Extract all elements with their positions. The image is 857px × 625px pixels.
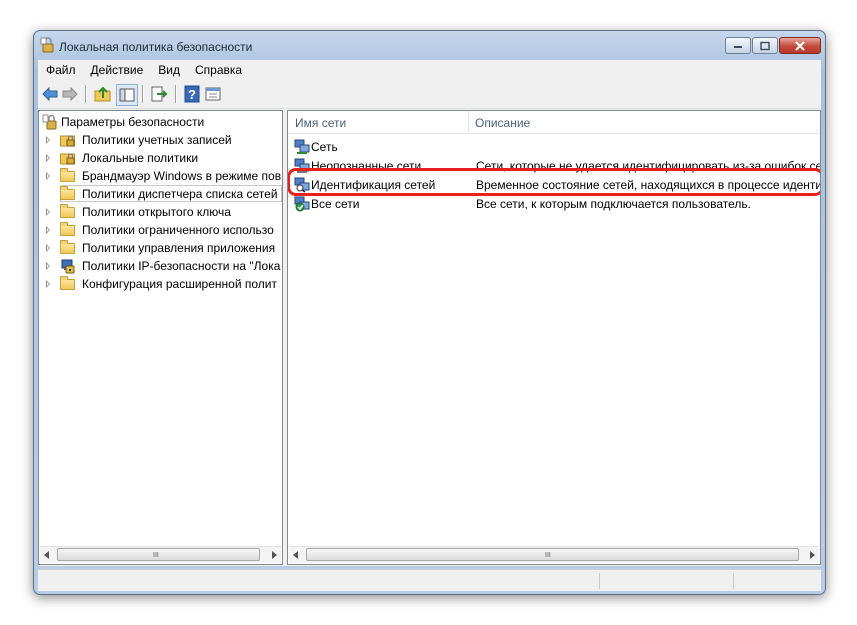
minimize-button[interactable]: [725, 37, 751, 54]
tree-horizontal-scrollbar[interactable]: III: [40, 546, 281, 563]
tree-item-label: Политики IP-безопасности на "Лока: [82, 259, 281, 273]
folder-icon: [60, 168, 76, 184]
scroll-thumb[interactable]: III: [57, 548, 260, 561]
ip-security-icon: [61, 259, 75, 274]
all-networks-icon: [294, 196, 310, 212]
expand-arrow-icon[interactable]: [46, 226, 50, 234]
menu-bar: Файл Действие Вид Справка: [38, 60, 821, 80]
tree-item-advanced-audit[interactable]: Конфигурация расширенной полит: [39, 275, 282, 293]
tree-item-label: Брандмауэр Windows в режиме пов: [82, 169, 282, 183]
menu-file[interactable]: Файл: [38, 60, 83, 79]
scroll-right-arrow-icon[interactable]: [272, 551, 277, 559]
security-settings-icon: [42, 114, 57, 130]
svg-text:?: ?: [188, 87, 196, 102]
status-divider: [599, 573, 601, 589]
menu-action[interactable]: Действие: [83, 60, 151, 79]
toolbar-separator: [142, 85, 144, 103]
red-highlight-annotation: [288, 168, 820, 196]
scroll-grip: III: [545, 552, 551, 559]
security-policy-icon: [40, 37, 54, 53]
status-divider: [733, 573, 735, 589]
tree-item-network-list-policies[interactable]: Политики диспетчера списка сетей: [39, 185, 282, 203]
expand-arrow-icon[interactable]: [46, 244, 50, 252]
tree-root-label: Параметры безопасности: [61, 115, 205, 129]
list-item-network[interactable]: Сеть: [288, 137, 820, 156]
locked-folder-icon: [60, 153, 75, 165]
status-bar: [38, 569, 821, 591]
expand-arrow-icon[interactable]: [46, 280, 50, 288]
list-horizontal-scrollbar[interactable]: III: [289, 546, 819, 563]
close-icon: [795, 40, 805, 51]
scroll-thumb[interactable]: III: [306, 548, 799, 561]
minimize-icon: [734, 45, 742, 48]
app-window: Локальная политика безопасности Файл Дейс…: [33, 30, 826, 595]
scroll-left-arrow-icon[interactable]: [293, 551, 298, 559]
column-header-name[interactable]: Имя сети: [295, 116, 346, 130]
expand-arrow-icon[interactable]: [46, 136, 50, 144]
tree-item-account-policies[interactable]: Политики учетных записей: [39, 131, 282, 149]
details-pane: Имя сети Описание Сеть Неопознанные сети…: [287, 110, 821, 565]
list-header: Имя сети Описание: [288, 111, 820, 134]
folder-icon: [60, 276, 76, 292]
menu-help[interactable]: Справка: [187, 60, 249, 79]
main-area: Параметры безопасности Политики учетных …: [38, 109, 821, 566]
list-item-description: Все сети, к которым подключается пользов…: [476, 197, 751, 211]
up-folder-icon[interactable]: [94, 85, 112, 103]
network-icon: [294, 139, 310, 154]
export-list-icon[interactable]: [150, 85, 168, 103]
tree-item-label: Политики учетных записей: [82, 133, 232, 147]
column-header-description[interactable]: Описание: [475, 116, 530, 130]
toolbar: ?: [38, 80, 821, 109]
list-item-name: Сеть: [311, 140, 338, 154]
tree-item-label: Политики открытого ключа: [82, 205, 231, 219]
tree-item-ip-security[interactable]: Политики IP-безопасности на "Лока: [39, 257, 282, 275]
maximize-icon: [760, 41, 770, 50]
close-button[interactable]: [779, 37, 821, 54]
forward-icon[interactable]: [61, 85, 79, 103]
scroll-right-arrow-icon[interactable]: [810, 551, 815, 559]
menu-view[interactable]: Вид: [150, 60, 187, 79]
maximize-button[interactable]: [752, 37, 778, 54]
column-divider[interactable]: [468, 111, 469, 133]
properties-icon[interactable]: [204, 85, 222, 103]
scroll-grip: III: [153, 552, 159, 559]
tree-item-public-key-policies[interactable]: Политики открытого ключа: [39, 203, 282, 221]
folder-icon: [60, 240, 76, 256]
expand-arrow-icon[interactable]: [46, 208, 50, 216]
toolbar-separator: [85, 85, 87, 103]
tree-pane: Параметры безопасности Политики учетных …: [38, 110, 283, 565]
tree-item-software-restriction[interactable]: Политики ограниченного использо: [39, 221, 282, 239]
toolbar-separator: [175, 85, 177, 103]
tree-item-label: Политики управления приложения: [82, 241, 276, 255]
tree-item-label: Политики ограниченного использо: [82, 223, 274, 237]
list-item-all-networks[interactable]: Все сети Все сети, к которым подключаетс…: [288, 194, 820, 213]
expand-arrow-icon[interactable]: [46, 172, 50, 180]
expand-arrow-icon[interactable]: [46, 262, 50, 270]
window-title: Локальная политика безопасности: [59, 40, 253, 54]
locked-folder-icon: [60, 135, 75, 147]
tree-item-local-policies[interactable]: Локальные политики: [39, 149, 282, 167]
expand-arrow-icon[interactable]: [46, 154, 50, 162]
tree-item-label: Политики диспетчера списка сетей: [82, 187, 278, 201]
tree-item-firewall[interactable]: Брандмауэр Windows в режиме пов: [39, 167, 282, 185]
title-bar: Локальная политика безопасности: [34, 31, 825, 59]
folder-icon: [60, 222, 76, 238]
tree-root[interactable]: Параметры безопасности: [39, 113, 282, 131]
back-icon[interactable]: [41, 85, 59, 103]
help-icon[interactable]: ?: [183, 85, 201, 103]
list-item-name: Все сети: [311, 197, 360, 211]
tree-item-label: Локальные политики: [82, 151, 199, 165]
folder-icon: [60, 186, 76, 202]
scroll-left-arrow-icon[interactable]: [44, 551, 49, 559]
folder-icon: [60, 204, 76, 220]
tree-item-label: Конфигурация расширенной полит: [82, 277, 277, 291]
show-hide-tree-icon[interactable]: [116, 84, 138, 106]
tree-item-app-control[interactable]: Политики управления приложения: [39, 239, 282, 257]
caption-buttons: [724, 37, 821, 54]
